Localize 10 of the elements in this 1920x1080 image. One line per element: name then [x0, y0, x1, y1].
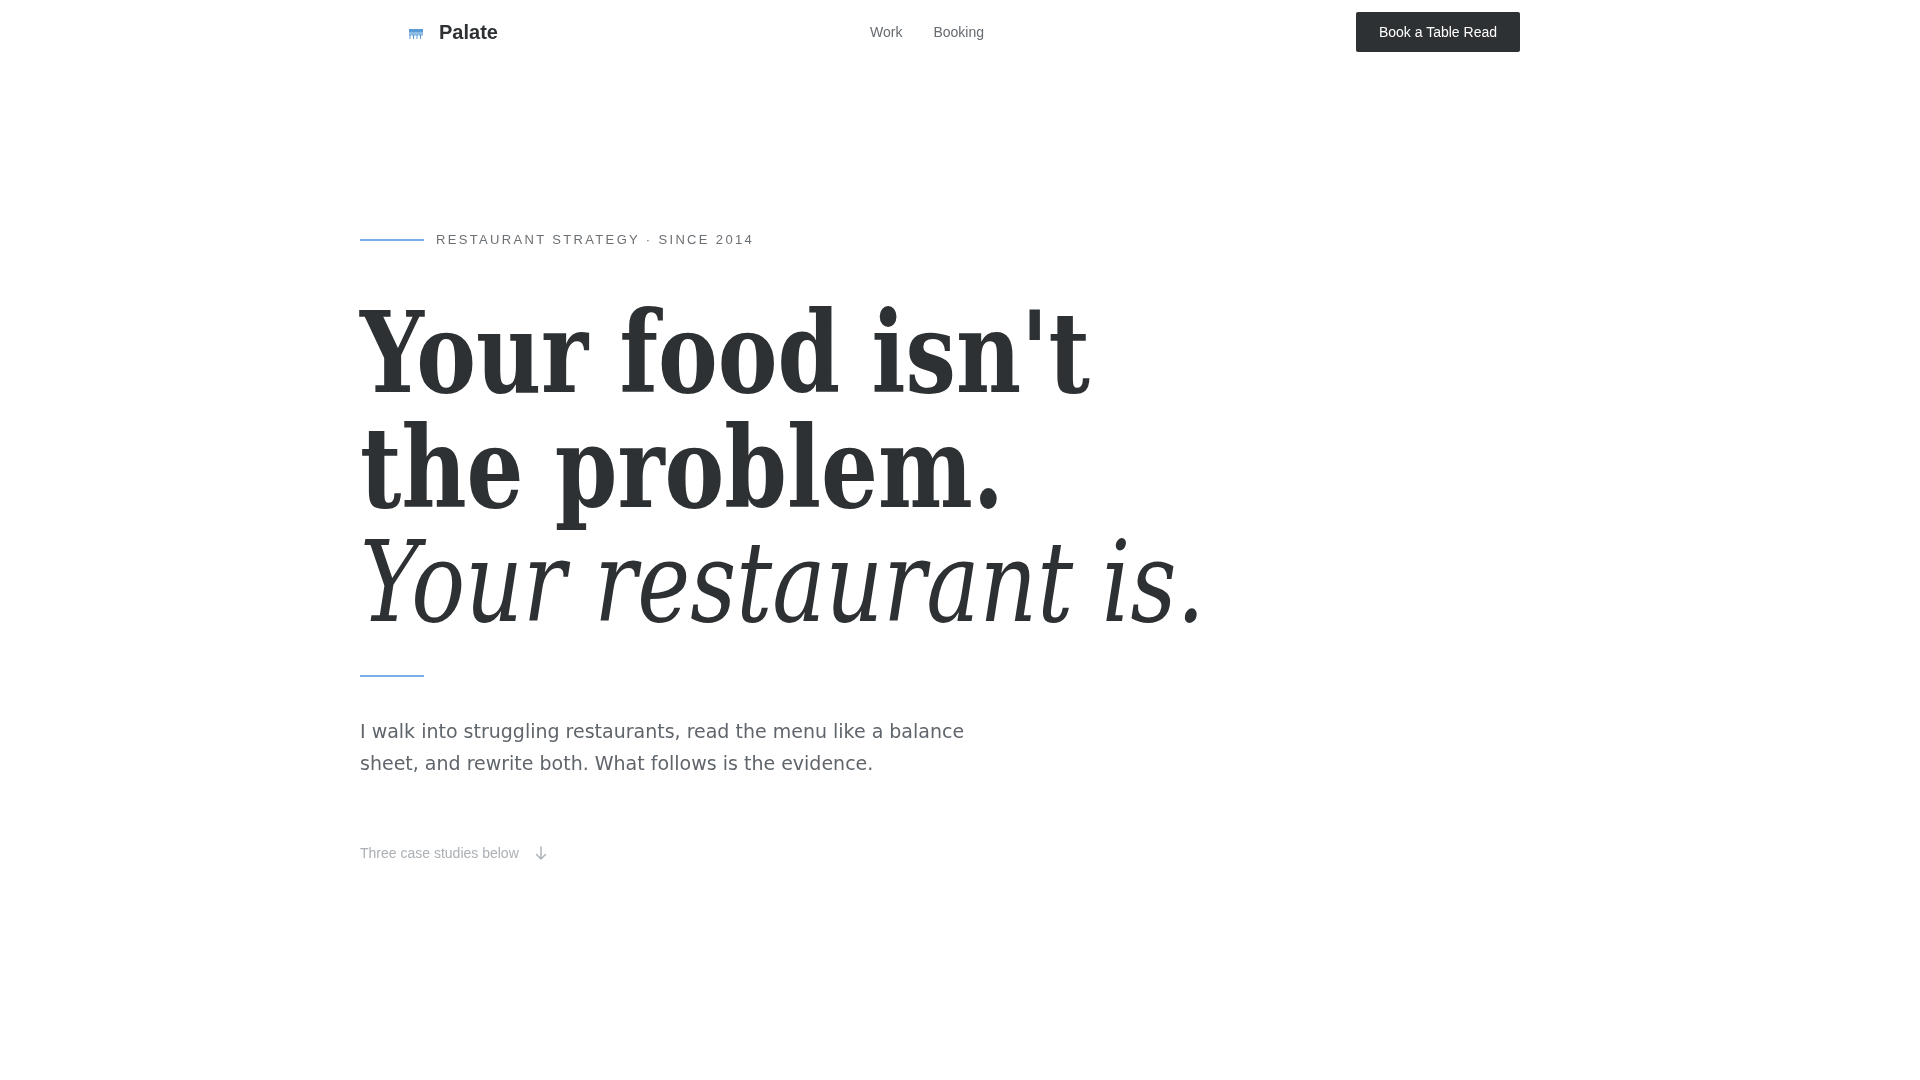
nav-link[interactable]: Work	[870, 24, 903, 40]
brand-name[interactable]: Palate	[439, 20, 498, 44]
nav-link[interactable]: Booking	[933, 24, 984, 40]
headline: Your food isn't the problem. Your restaurant is.	[360, 295, 1205, 640]
book-button[interactable]: Book a Table Read	[1355, 12, 1520, 52]
eyebrow-text: RESTAURANT STRATEGY · SINCE 2014	[436, 232, 755, 247]
intro-paragraph: I walk into struggling restaurants, read the menu like a balance sheet, and rewrite both. What follows is the evidence.	[360, 719, 966, 776]
scroll-hint: Three case studies below	[360, 845, 519, 861]
awning-icon	[409, 29, 423, 39]
down-arrow-icon	[534, 846, 547, 860]
